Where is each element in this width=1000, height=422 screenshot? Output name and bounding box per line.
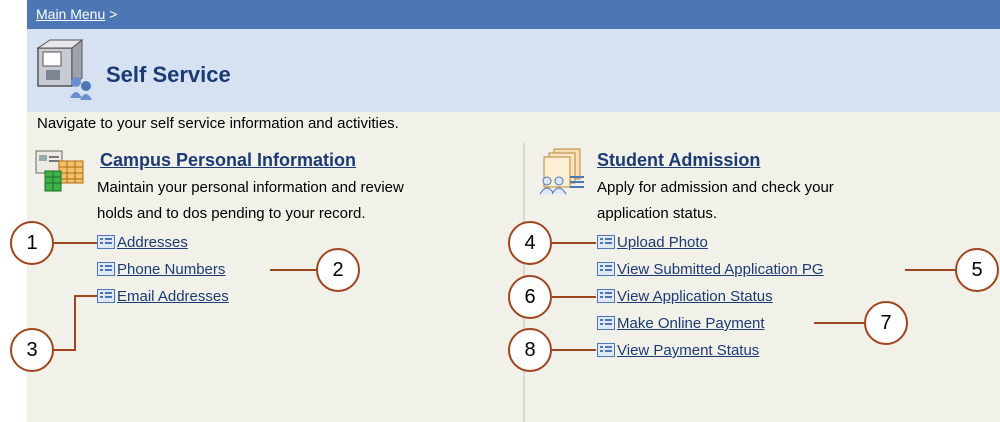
callout-2: 2: [316, 248, 360, 292]
list-item-icon: [97, 289, 115, 303]
breadcrumb-main-menu-link[interactable]: Main Menu: [36, 6, 105, 22]
addresses-link-label[interactable]: Addresses: [117, 234, 188, 251]
phone-numbers-link[interactable]: Phone Numbers: [97, 261, 225, 279]
personal-info-icon: [35, 150, 84, 192]
page-title: Self Service: [106, 62, 231, 87]
callout-1: 1: [10, 221, 54, 265]
campus-personal-info-title-link[interactable]: Campus Personal Information: [100, 150, 356, 171]
student-admission-title-link[interactable]: Student Admission: [597, 150, 760, 171]
make-online-payment-link[interactable]: Make Online Payment: [597, 315, 765, 333]
student-admission-icon: [539, 148, 584, 195]
view-submitted-application-link[interactable]: View Submitted Application PG: [597, 261, 824, 279]
upload-photo-link[interactable]: Upload Photo: [597, 234, 708, 252]
list-item-icon: [97, 235, 115, 249]
view-application-status-link-label[interactable]: View Application Status: [617, 288, 773, 305]
phone-numbers-link-label[interactable]: Phone Numbers: [117, 261, 225, 278]
list-item-icon: [597, 262, 615, 276]
callout-6: 6: [508, 275, 552, 319]
addresses-link[interactable]: Addresses: [97, 234, 188, 252]
list-item-icon: [597, 316, 615, 330]
make-online-payment-link-label[interactable]: Make Online Payment: [617, 315, 765, 332]
breadcrumb: Main Menu >: [36, 6, 117, 22]
breadcrumb-bar: Main Menu >: [27, 0, 1000, 29]
upload-photo-link-label[interactable]: Upload Photo: [617, 234, 708, 251]
callout-4: 4: [508, 221, 552, 265]
view-payment-status-link[interactable]: View Payment Status: [597, 342, 759, 360]
list-item-icon: [597, 289, 615, 303]
email-addresses-link[interactable]: Email Addresses: [97, 288, 229, 306]
list-item-icon: [597, 343, 615, 357]
student-admission-desc-2: application status.: [597, 205, 718, 222]
callout-7: 7: [864, 301, 908, 345]
callout-5: 5: [955, 248, 999, 292]
student-admission-desc-1: Apply for admission and check your: [597, 179, 834, 196]
view-payment-status-link-label[interactable]: View Payment Status: [617, 342, 759, 359]
breadcrumb-separator: >: [109, 6, 118, 22]
campus-personal-info-section: Campus Personal Information Maintain you…: [27, 143, 522, 422]
list-item-icon: [597, 235, 615, 249]
email-addresses-link-label[interactable]: Email Addresses: [117, 288, 229, 305]
campus-personal-info-desc-2: holds and to dos pending to your record.: [97, 205, 366, 222]
self-service-icon: [36, 38, 92, 100]
page-intro: Navigate to your self service informatio…: [37, 115, 399, 132]
view-submitted-application-link-label[interactable]: View Submitted Application PG: [617, 261, 824, 278]
callout-8: 8: [508, 328, 552, 372]
view-application-status-link[interactable]: View Application Status: [597, 288, 773, 306]
list-item-icon: [97, 262, 115, 276]
student-admission-section: Student Admission Apply for admission an…: [524, 143, 1000, 422]
callout-3: 3: [10, 328, 54, 372]
page-title-band: Self Service: [27, 29, 1000, 112]
campus-personal-info-desc-1: Maintain your personal information and r…: [97, 179, 404, 196]
